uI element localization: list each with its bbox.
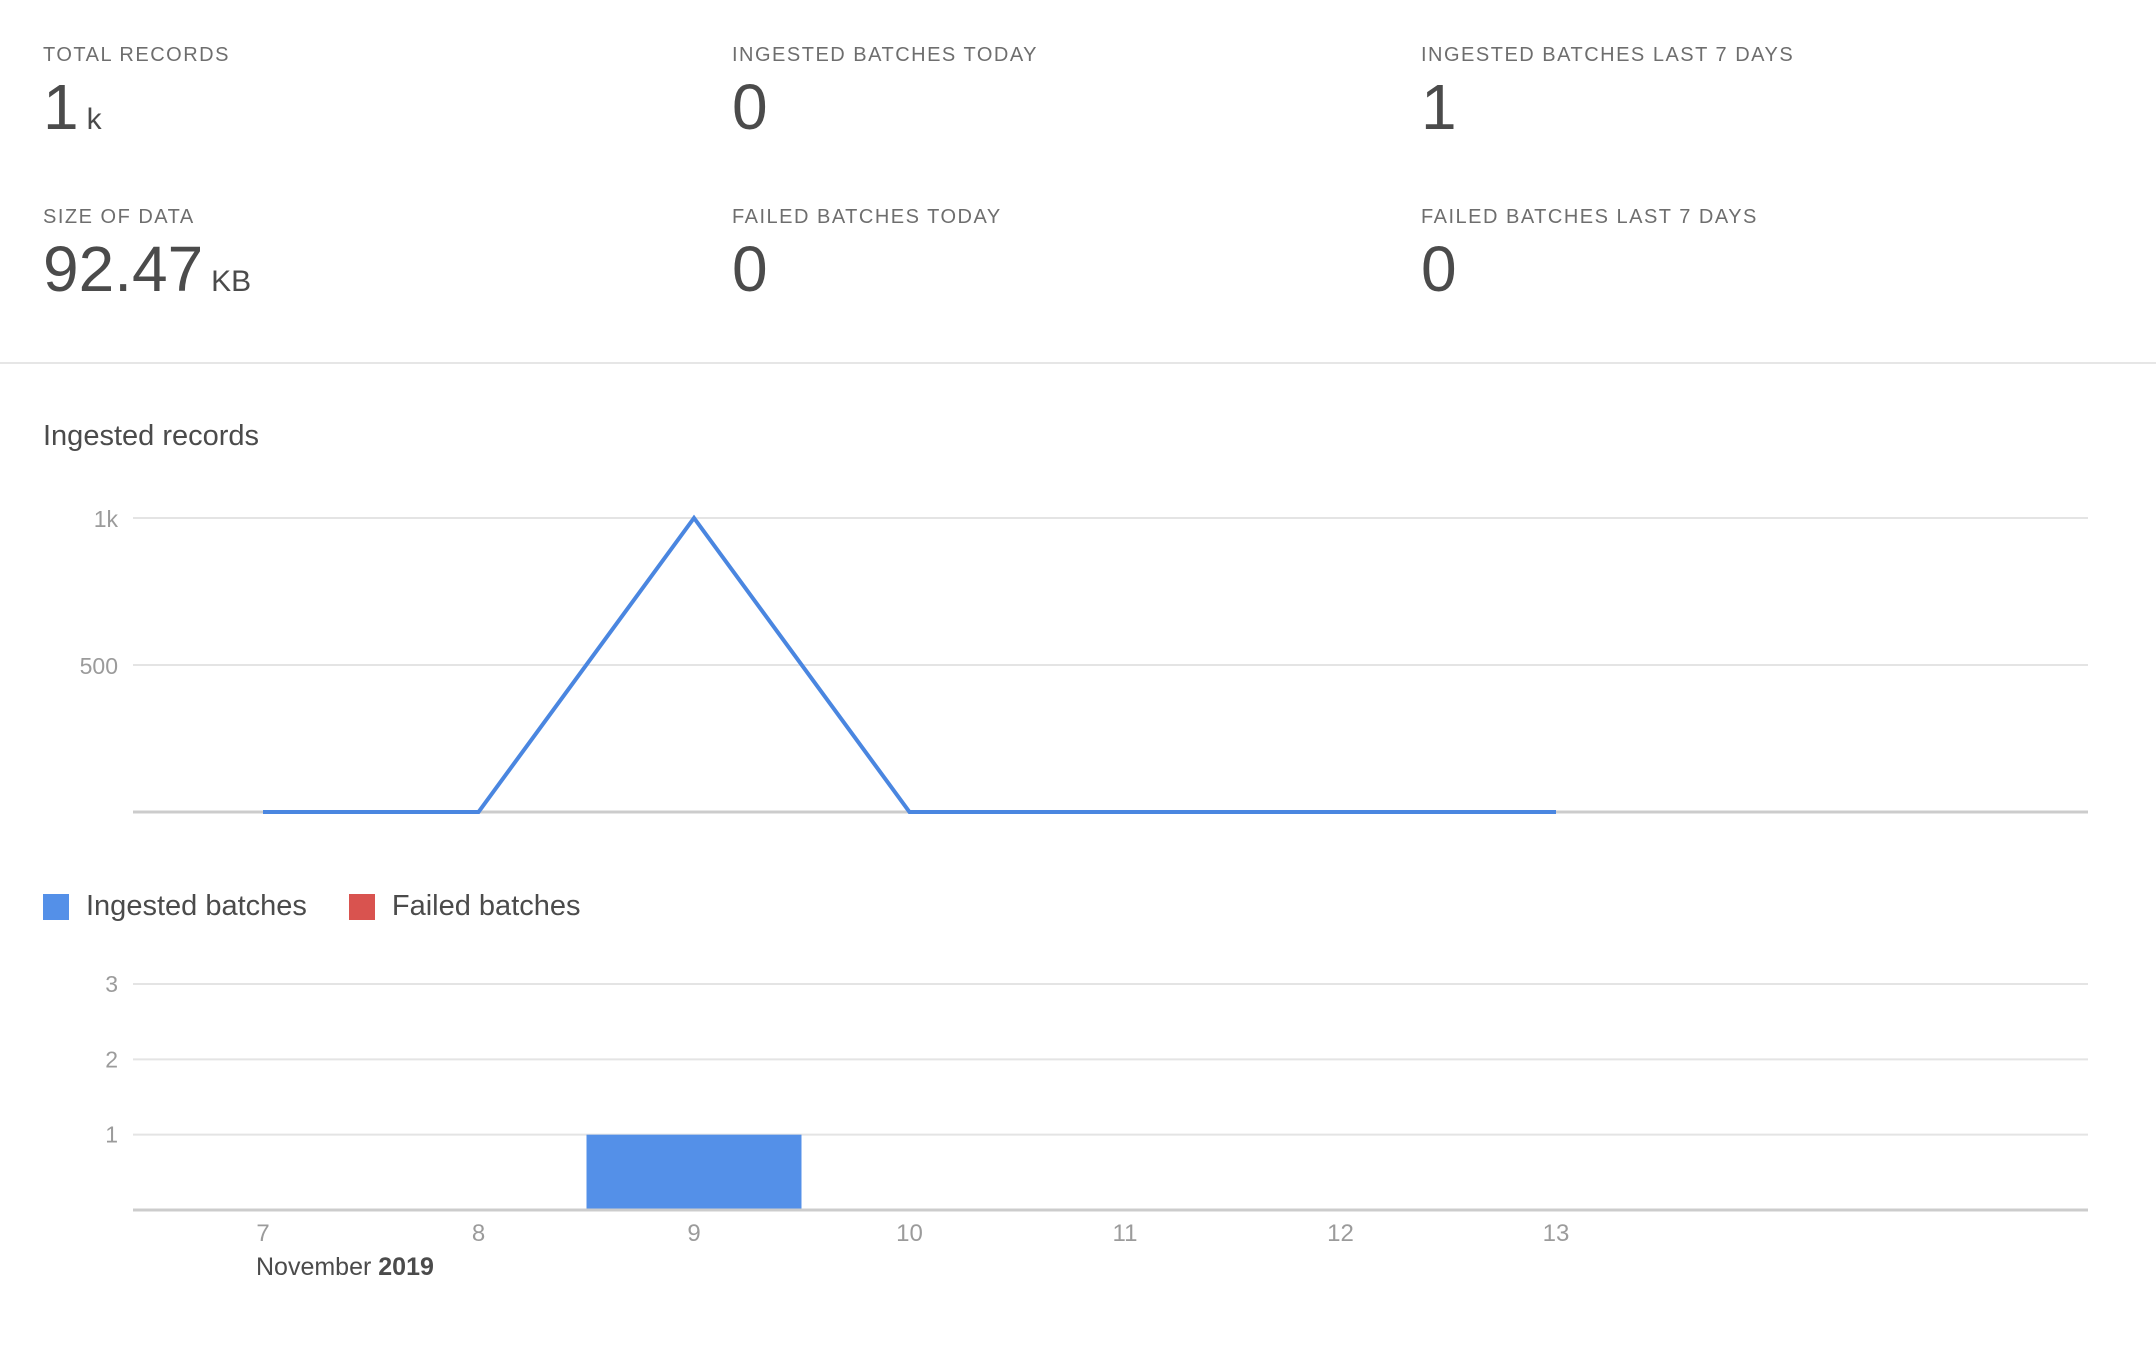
x-tick-label: 13 bbox=[1543, 1220, 1570, 1247]
x-axis-year: 2019 bbox=[378, 1253, 434, 1281]
x-tick-label: 10 bbox=[896, 1220, 923, 1247]
x-tick-label: 12 bbox=[1327, 1220, 1354, 1247]
charts-canvas: 5001k1237 8 9 10 11 12 13November 2019 bbox=[80, 506, 2088, 1281]
x-tick-label: 9 bbox=[687, 1220, 700, 1247]
x-axis-month-label: November 2019 bbox=[256, 1253, 434, 1281]
bar-chart-y-tick: 2 bbox=[105, 1046, 118, 1072]
ingested-batch-bar bbox=[586, 1134, 802, 1210]
x-tick-label: 7 bbox=[256, 1220, 269, 1247]
line-chart-y-tick: 1k bbox=[94, 506, 119, 532]
x-tick-label: 11 bbox=[1113, 1220, 1138, 1247]
bar-chart-y-tick: 3 bbox=[105, 971, 118, 997]
line-chart-y-tick: 500 bbox=[80, 653, 118, 679]
x-axis-month: November bbox=[256, 1253, 378, 1281]
bar-chart-y-tick: 1 bbox=[105, 1122, 118, 1148]
x-tick-label: 8 bbox=[472, 1220, 485, 1247]
